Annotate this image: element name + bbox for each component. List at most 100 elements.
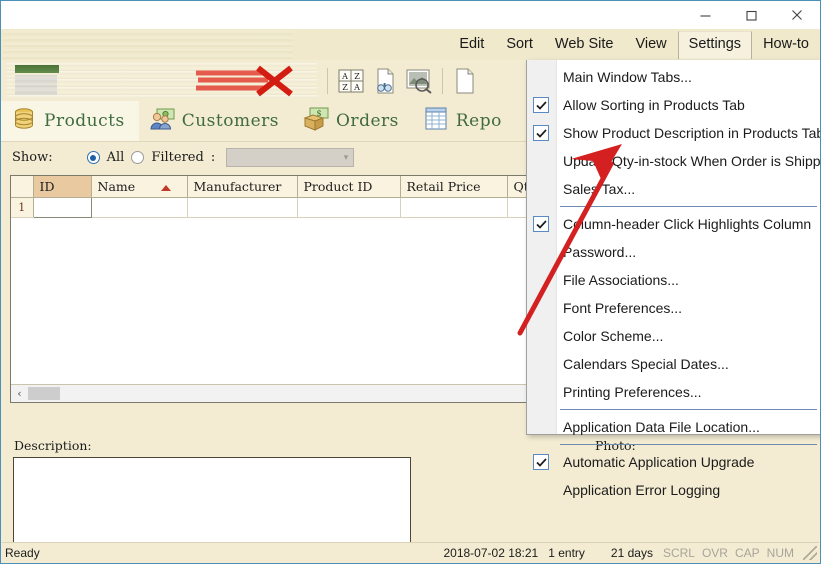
menu-option-show-product-description-in-products-tab[interactable]: Show Product Description in Products Tab (527, 119, 821, 147)
application-window: Edit Sort Web Site View Settings How-to … (0, 0, 821, 564)
cell-product-id[interactable] (297, 197, 401, 218)
image-preview-icon[interactable] (402, 64, 436, 98)
status-message: Ready (5, 545, 40, 560)
menu-option-label: Application Error Logging (563, 482, 721, 498)
menu-option-label: Calendars Special Dates... (563, 356, 729, 372)
menu-option-label: Update Qty-in-stock When Order is Shippe… (563, 153, 821, 169)
menu-item-web-site[interactable]: Web Site (544, 31, 625, 58)
menu-option-label: Show Product Description in Products Tab (563, 125, 821, 141)
menu-option-update-qty-in-stock-when-order-is-shipped[interactable]: Update Qty-in-stock When Order is Shippe… (527, 147, 821, 175)
status-ovr-indicator: OVR (701, 545, 728, 560)
document-stamp-icon[interactable] (449, 64, 483, 98)
toolbar-separator (327, 67, 328, 94)
close-button[interactable] (774, 1, 820, 29)
menu-option-label: Color Scheme... (563, 328, 664, 344)
column-header-retail-price[interactable]: Retail Price (400, 176, 508, 198)
status-bar: Ready 2018-07-02 18:21 1 entry 21 days S… (2, 542, 819, 562)
menu-option-application-data-file-location[interactable]: Application Data File Location... (527, 413, 820, 441)
description-label: Description: (14, 438, 92, 453)
tab-customers[interactable]: Customers (139, 101, 293, 141)
menu-option-color-scheme[interactable]: Color Scheme... (527, 322, 820, 350)
tab-reports[interactable]: Repo (413, 101, 516, 141)
menu-option-column-header-click-highlights-column[interactable]: Column-header Click Highlights Column (527, 210, 820, 238)
column-header-id[interactable]: ID (33, 176, 92, 198)
radio-show-filtered[interactable] (131, 151, 145, 164)
menu-option-file-associations[interactable]: File Associations... (527, 266, 820, 294)
svg-text:Z: Z (342, 83, 348, 92)
scroll-left-arrow-icon[interactable]: ‹ (11, 386, 28, 402)
radio-show-all[interactable] (86, 151, 100, 164)
resize-grip-icon[interactable] (803, 545, 817, 560)
settings-dropdown-menu: Main Window Tabs... Allow Sorting in Prod… (526, 60, 821, 498)
menu-option-font-preferences[interactable]: Font Preferences... (527, 294, 820, 322)
radio-label-filtered: Filtered (151, 150, 204, 165)
reports-grid-icon (423, 107, 449, 136)
maximize-button[interactable] (728, 1, 774, 29)
tab-products[interactable]: Products (1, 101, 139, 141)
menu-option-calendars-special-dates[interactable]: Calendars Special Dates... (527, 350, 820, 378)
cell-retail-price[interactable] (400, 197, 508, 218)
menu-option-label: Application Data File Location... (563, 419, 760, 435)
cell-id[interactable] (32, 197, 92, 218)
title-bar (1, 1, 820, 29)
menu-option-printing-preferences[interactable]: Printing Preferences... (527, 378, 820, 406)
checkbox-checked-icon[interactable] (533, 454, 549, 470)
menu-option-password[interactable]: Password... (527, 238, 820, 266)
find-document-icon[interactable] (368, 64, 402, 98)
menu-option-automatic-application-upgrade[interactable]: Automatic Application Upgrade (527, 448, 820, 476)
checkbox-checked-icon[interactable] (533, 97, 549, 113)
svg-text:A: A (353, 83, 360, 92)
status-scrl-indicator: SCRL (662, 545, 695, 560)
orders-money-icon: $ (303, 107, 329, 136)
menu-item-how-to[interactable]: How-to (752, 31, 820, 58)
tab-label-customers: Customers (181, 111, 279, 131)
scrollbar-thumb[interactable] (28, 387, 60, 400)
sort-ascending-icon (161, 184, 172, 191)
menu-option-allow-sorting-in-products-tab[interactable]: Allow Sorting in Products Tab (527, 91, 820, 119)
tab-label-reports: Repo (455, 111, 502, 131)
radio-label-all: All (106, 150, 125, 165)
menu-option-label: Automatic Application Upgrade (563, 454, 755, 470)
description-textarea[interactable] (13, 457, 411, 545)
menu-option-label: Main Window Tabs... (563, 69, 692, 85)
menu-item-edit[interactable]: Edit (448, 31, 495, 58)
menu-option-sales-tax[interactable]: Sales Tax... (527, 175, 820, 203)
toolbar-separator-2 (442, 67, 443, 94)
row-number[interactable]: 1 (11, 197, 34, 218)
cell-manufacturer[interactable] (187, 197, 298, 218)
menu-option-label: Password... (563, 244, 637, 260)
filter-combobox[interactable]: ▾ (226, 148, 355, 167)
database-icon (11, 106, 37, 137)
customers-icon (149, 107, 175, 136)
checkbox-checked-icon[interactable] (533, 125, 549, 141)
menu-item-settings[interactable]: Settings (677, 30, 753, 59)
column-header-name[interactable]: Name (91, 176, 188, 198)
menu-item-sort[interactable]: Sort (495, 31, 544, 58)
menu-bar-blur-artifact (3, 30, 293, 59)
tab-orders[interactable]: $ Orders (293, 101, 413, 141)
menu-option-main-window-tabs[interactable]: Main Window Tabs... (527, 63, 820, 91)
column-header-product-id[interactable]: Product ID (297, 176, 401, 198)
sort-az-za-icon[interactable]: A Z Z A (334, 64, 368, 98)
tab-label-orders: Orders (336, 111, 399, 131)
menu-separator (560, 206, 817, 207)
menu-item-view[interactable]: View (624, 31, 677, 58)
tab-label-products: Products (44, 111, 125, 131)
status-days: 21 days (610, 545, 653, 560)
grid-corner-header[interactable] (11, 176, 34, 198)
status-entry-count: 1 entry (548, 545, 585, 560)
cell-name[interactable] (91, 197, 188, 218)
menu-option-application-error-logging[interactable]: Application Error Logging (527, 476, 820, 504)
menu-option-label: Sales Tax... (563, 181, 636, 197)
status-datetime: 2018-07-02 18:21 (443, 545, 539, 560)
filter-colon: : (210, 150, 216, 165)
status-num-indicator: NUM (766, 545, 794, 560)
menu-separator (560, 409, 817, 410)
svg-text:Z: Z (354, 72, 360, 81)
menu-option-label: Printing Preferences... (563, 384, 702, 400)
column-header-manufacturer[interactable]: Manufacturer (187, 176, 298, 198)
show-label: Show: (12, 150, 53, 165)
checkbox-checked-icon[interactable] (533, 216, 549, 232)
menu-separator (560, 444, 817, 445)
minimize-button[interactable] (682, 1, 728, 29)
